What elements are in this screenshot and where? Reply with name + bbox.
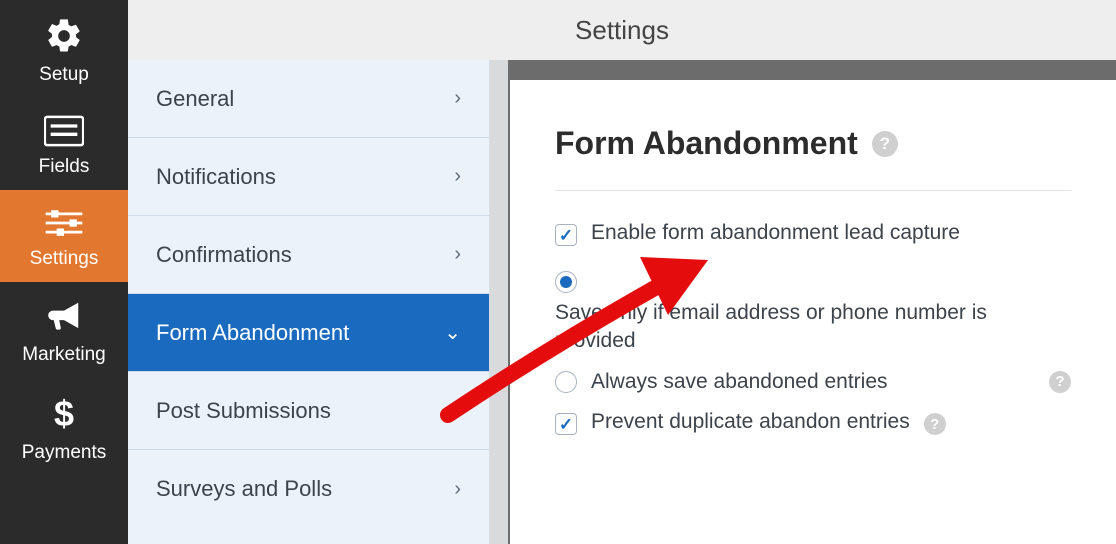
rail-item-fields[interactable]: Fields bbox=[0, 98, 128, 190]
enable-capture-row[interactable]: Enable form abandonment lead capture bbox=[555, 221, 1071, 246]
nav-rail: Setup Fields Settings Marketing $ Paymen… bbox=[0, 0, 128, 544]
settings-item-label: General bbox=[156, 86, 234, 112]
enable-capture-label: Enable form abandonment lead capture bbox=[591, 221, 960, 245]
rail-label: Setup bbox=[39, 64, 89, 86]
chevron-right-icon: › bbox=[454, 87, 461, 110]
settings-item-label: Notifications bbox=[156, 164, 276, 190]
save-mode-label: Always save abandoned entries bbox=[591, 368, 1035, 396]
megaphone-icon bbox=[43, 298, 85, 336]
content-backdrop: Form Abandonment ? Enable form abandonme… bbox=[490, 60, 1116, 544]
page-title: Settings bbox=[128, 0, 1116, 60]
chevron-right-icon: › bbox=[454, 243, 461, 266]
prevent-duplicate-label: Prevent duplicate abandon entries bbox=[591, 410, 910, 434]
form-abandonment-panel: Form Abandonment ? Enable form abandonme… bbox=[510, 80, 1116, 544]
svg-text:$: $ bbox=[54, 394, 74, 434]
settings-menu: General › Notifications › Confirmations … bbox=[128, 60, 490, 544]
rail-label: Payments bbox=[22, 442, 106, 464]
help-icon[interactable]: ? bbox=[872, 131, 898, 157]
settings-item-surveys-polls[interactable]: Surveys and Polls › bbox=[128, 450, 489, 528]
prevent-duplicate-checkbox[interactable] bbox=[555, 413, 577, 435]
chevron-right-icon: › bbox=[454, 478, 461, 501]
rail-label: Fields bbox=[39, 156, 90, 178]
divider bbox=[555, 190, 1071, 191]
dollar-icon: $ bbox=[50, 394, 78, 434]
settings-item-label: Post Submissions bbox=[156, 398, 331, 424]
save-mode-radio[interactable] bbox=[555, 371, 577, 393]
scrollbar[interactable] bbox=[490, 60, 508, 544]
settings-item-post-submissions[interactable]: Post Submissions › bbox=[128, 372, 489, 450]
rail-item-payments[interactable]: $ Payments bbox=[0, 378, 128, 476]
settings-item-label: Surveys and Polls bbox=[156, 476, 332, 502]
app-root: Setup Fields Settings Marketing $ Paymen… bbox=[0, 0, 1116, 544]
chevron-right-icon: › bbox=[454, 165, 461, 188]
help-icon[interactable]: ? bbox=[924, 413, 946, 435]
settings-item-label: Form Abandonment bbox=[156, 320, 349, 346]
save-mode-group: Save only if email address or phone numb… bbox=[555, 268, 1071, 396]
panel-title: Form Abandonment bbox=[555, 125, 858, 162]
save-mode-radio[interactable] bbox=[555, 271, 577, 293]
settings-item-general[interactable]: General › bbox=[128, 60, 489, 138]
settings-item-form-abandonment[interactable]: Form Abandonment ⌄ bbox=[128, 294, 489, 372]
rail-item-marketing[interactable]: Marketing bbox=[0, 282, 128, 378]
gear-icon bbox=[44, 16, 84, 56]
save-mode-option-always[interactable]: Always save abandoned entries ? bbox=[555, 368, 1071, 396]
save-mode-label: Save only if email address or phone numb… bbox=[555, 299, 1071, 356]
main-area: Settings General › Notifications › Confi… bbox=[128, 0, 1116, 544]
rail-label: Marketing bbox=[22, 344, 105, 366]
save-mode-option-email-phone[interactable]: Save only if email address or phone numb… bbox=[555, 268, 1071, 356]
settings-item-confirmations[interactable]: Confirmations › bbox=[128, 216, 489, 294]
form-fields-icon bbox=[44, 114, 84, 148]
rail-item-settings[interactable]: Settings bbox=[0, 190, 128, 282]
body-row: General › Notifications › Confirmations … bbox=[128, 60, 1116, 544]
chevron-down-icon: ⌄ bbox=[444, 320, 461, 345]
settings-item-label: Confirmations bbox=[156, 242, 292, 268]
settings-item-notifications[interactable]: Notifications › bbox=[128, 138, 489, 216]
rail-label: Settings bbox=[30, 248, 99, 270]
enable-capture-checkbox[interactable] bbox=[555, 224, 577, 246]
chevron-right-icon: › bbox=[454, 399, 461, 422]
prevent-duplicate-row[interactable]: Prevent duplicate abandon entries ? bbox=[555, 410, 1071, 435]
sliders-icon bbox=[42, 206, 86, 240]
panel-title-row: Form Abandonment ? bbox=[555, 125, 1071, 162]
rail-item-setup[interactable]: Setup bbox=[0, 0, 128, 98]
help-icon[interactable]: ? bbox=[1049, 371, 1071, 393]
